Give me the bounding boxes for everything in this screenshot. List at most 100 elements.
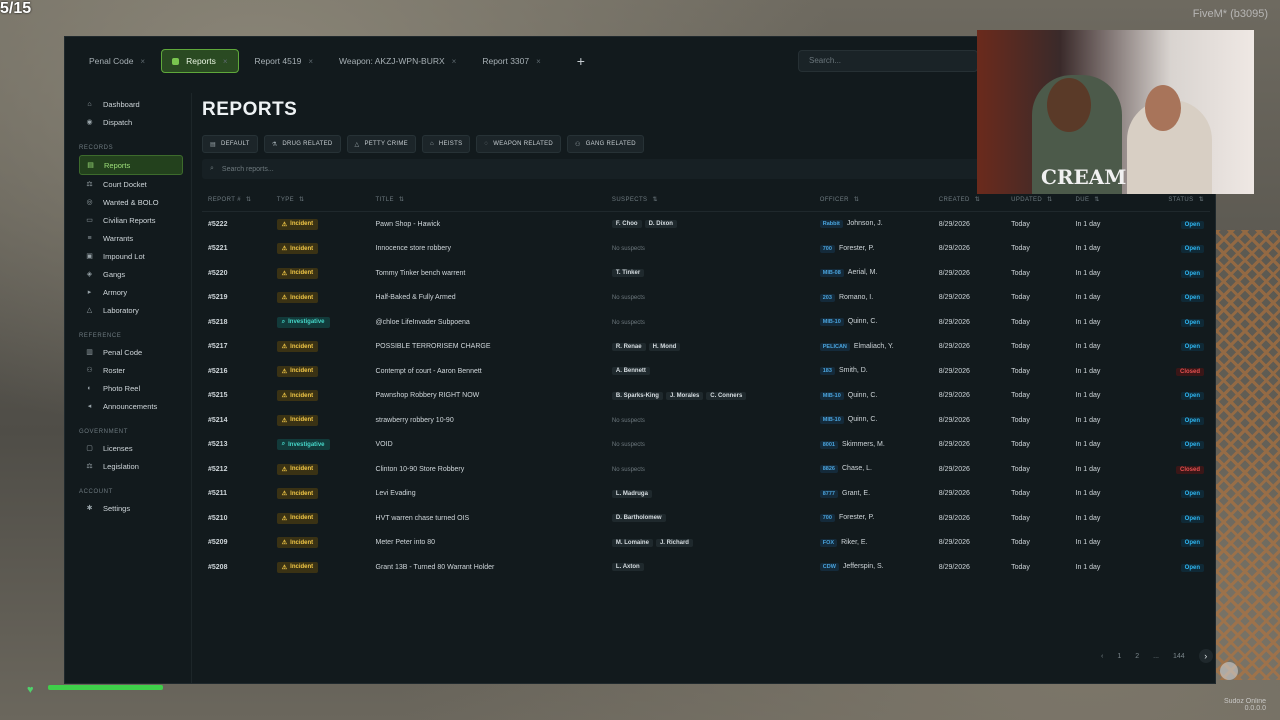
sidebar-item-civilian-reports[interactable]: ▭ Civilian Reports xyxy=(79,211,183,229)
sort-icon[interactable]: ⇅ xyxy=(652,197,657,203)
close-icon[interactable]: × xyxy=(140,57,145,66)
table-row[interactable]: #5215 ⚠ Incident Pawnshop Robbery RIGHT NOW… xyxy=(202,384,1210,409)
suspect-tag[interactable]: T. Tinker xyxy=(611,269,645,278)
sidebar-item-reports[interactable]: ▤ Reports xyxy=(79,155,183,175)
filter-chip-heists[interactable]: ⌂ HEISTS xyxy=(421,135,471,153)
suspect-tag[interactable]: D. Dixon xyxy=(644,220,677,229)
close-icon[interactable]: × xyxy=(452,57,457,66)
suspect-tag[interactable]: H. Mond xyxy=(648,342,681,351)
type-cell: ⚠ Incident xyxy=(271,384,370,409)
officer-callsign: 8826 xyxy=(819,465,838,474)
filter-chip-default[interactable]: ▤ DEFAULT xyxy=(202,135,258,153)
sort-icon[interactable]: ⇅ xyxy=(1094,197,1099,203)
table-row[interactable]: #5217 ⚠ Incident POSSIBLE TERRORISEM CHARGE… xyxy=(202,335,1210,360)
filter-chip-petty-crime[interactable]: △ PETTY CRIME xyxy=(346,135,416,153)
suspects-cell: No suspects xyxy=(606,408,814,433)
suspect-tag[interactable]: J. Morales xyxy=(665,391,704,400)
table-row[interactable]: #5218 ⌕ Investigative @chloe LifeInvader Su… xyxy=(202,310,1210,335)
page-link[interactable]: 1 xyxy=(1117,653,1121,660)
suspect-tag[interactable]: L. Madruga xyxy=(611,489,652,498)
filter-chip-gang-related[interactable]: ⚇ GANG RELATED xyxy=(567,135,644,153)
add-tab-icon[interactable]: + xyxy=(577,53,585,69)
suspect-tag[interactable]: F. Choo xyxy=(611,220,642,229)
reports-search-input[interactable]: ⌕ Search reports... xyxy=(202,159,982,179)
sidebar-item-dispatch[interactable]: ◉ Dispatch xyxy=(79,113,183,131)
table-row[interactable]: #5221 ⚠ Incident Innocence store robbery No … xyxy=(202,237,1210,262)
sidebar-item-licenses[interactable]: ▢ Licenses xyxy=(79,439,183,457)
top-search-input[interactable]: Search... xyxy=(798,50,978,72)
type-label: Incident xyxy=(290,343,314,350)
sidebar-item-announcements[interactable]: ◂ Announcements xyxy=(79,397,183,415)
sidebar-item-court-docket[interactable]: ⚖ Court Docket xyxy=(79,175,183,193)
sidebar-item-armory[interactable]: ▸ Armory xyxy=(79,283,183,301)
type-label: Incident xyxy=(290,245,314,252)
filter-chip-drug-related[interactable]: ⚗ DRUG RELATED xyxy=(263,135,341,153)
sidebar-item-impound-lot[interactable]: ▣ Impound Lot xyxy=(79,247,183,265)
page-link[interactable]: ... xyxy=(1153,653,1159,660)
type-cell: ⚠ Incident xyxy=(271,506,370,531)
close-icon[interactable]: × xyxy=(536,57,541,66)
table-row[interactable]: #5213 ⌕ Investigative VOID No suspects 8001 Sk… xyxy=(202,433,1210,458)
sidebar-item-legislation[interactable]: ⚖ Legislation xyxy=(79,457,183,475)
officer-cell: 700 Forester, P. xyxy=(814,237,933,262)
sort-icon[interactable]: ⇅ xyxy=(399,197,404,203)
chevron-left-icon[interactable]: ‹ xyxy=(1101,653,1103,660)
status-cell: Open xyxy=(1143,335,1210,360)
column-label: TITLE xyxy=(375,196,394,203)
table-row[interactable]: #5222 ⚠ Incident Pawn Shop - Hawick F. Choo D… xyxy=(202,212,1210,237)
sidebar-item-dashboard[interactable]: ⌂ Dashboard xyxy=(79,95,183,113)
sidebar-item-settings[interactable]: ✱ Settings xyxy=(79,499,183,517)
sort-icon[interactable]: ⇅ xyxy=(854,197,859,203)
table-row[interactable]: #5211 ⚠ Incident Levi Evading L. Madruga 8777… xyxy=(202,482,1210,507)
sort-icon[interactable]: ⇅ xyxy=(1047,197,1052,203)
suspect-tag[interactable]: C. Conners xyxy=(706,391,747,400)
tab-3[interactable]: Weapon: AKZJ-WPN-BURX × xyxy=(329,50,466,72)
filter-label: DRUG RELATED xyxy=(282,141,333,147)
table-row[interactable]: #5214 ⚠ Incident strawberry robbery 10-90 No… xyxy=(202,408,1210,433)
filter-chip-weapon-related[interactable]: ◌ WEAPON RELATED xyxy=(476,135,562,153)
chevron-right-icon[interactable]: › xyxy=(1198,649,1213,663)
tab-2[interactable]: Report 4519 × xyxy=(245,50,323,72)
table-row[interactable]: #5210 ⚠ Incident HVT warren chase turned OI… xyxy=(202,506,1210,531)
table-row[interactable]: #5208 ⚠ Incident Grant 13B - Turned 80 Warr… xyxy=(202,555,1210,580)
report-title: Tommy Tinker bench warrent xyxy=(375,269,466,277)
column-header-title[interactable]: TITLE ⇅ xyxy=(369,187,606,212)
table-row[interactable]: #5220 ⚠ Incident Tommy Tinker bench warrent… xyxy=(202,261,1210,286)
tab-1[interactable]: Reports × xyxy=(161,49,239,73)
close-icon[interactable]: × xyxy=(223,57,228,66)
warning-icon: ⚠ xyxy=(281,417,288,424)
page-link[interactable]: 2 xyxy=(1135,653,1139,660)
sort-icon[interactable]: ⇅ xyxy=(1199,197,1204,203)
suspect-tag[interactable]: B. Sparks-King xyxy=(611,391,663,400)
suspect-tag[interactable]: L. Axton xyxy=(611,563,644,572)
column-header-officer[interactable]: OFFICER ⇅ xyxy=(813,187,933,212)
column-header-report-[interactable]: REPORT # ⇅ xyxy=(202,187,271,212)
suspect-tag[interactable]: D. Bartholomew xyxy=(611,514,666,523)
sort-icon[interactable]: ⇅ xyxy=(975,197,980,203)
column-header-type[interactable]: TYPE ⇅ xyxy=(270,187,370,212)
tab-0[interactable]: Penal Code × xyxy=(79,50,155,72)
suspect-tag[interactable]: R. Renae xyxy=(611,342,646,351)
sidebar-item-roster[interactable]: ⚇ Roster xyxy=(79,361,183,379)
table-row[interactable]: #5209 ⚠ Incident Meter Peter into 80 M. Loma… xyxy=(202,531,1210,556)
sidebar-item-gangs[interactable]: ◈ Gangs xyxy=(79,265,183,283)
sidebar-item-wanted-bolo[interactable]: ◎ Wanted & BOLO xyxy=(79,193,183,211)
sidebar-item-photo-reel[interactable]: ◐ Photo Reel xyxy=(79,379,183,397)
close-icon[interactable]: × xyxy=(308,57,313,66)
no-suspects: No suspects xyxy=(611,319,645,326)
page-link[interactable]: 144 xyxy=(1173,653,1185,660)
suspect-tag[interactable]: A. Bennett xyxy=(611,367,650,376)
suspect-tag[interactable]: M. Lomaine xyxy=(611,538,653,547)
sort-icon[interactable]: ⇅ xyxy=(246,197,251,203)
sidebar-item-warrants[interactable]: ≡ Warrants xyxy=(79,229,183,247)
sidebar-item-laboratory[interactable]: △ Laboratory xyxy=(79,301,183,319)
table-row[interactable]: #5216 ⚠ Incident Contempt of court - Aaron … xyxy=(202,359,1210,384)
suspects-cell: No suspects xyxy=(606,237,814,262)
table-row[interactable]: #5219 ⚠ Incident Half-Baked & Fully Armed No… xyxy=(202,286,1210,311)
tab-4[interactable]: Report 3307 × xyxy=(472,50,550,72)
sidebar-item-penal-code[interactable]: ▥ Penal Code xyxy=(79,343,183,361)
sort-icon[interactable]: ⇅ xyxy=(299,197,304,203)
column-header-suspects[interactable]: SUSPECTS ⇅ xyxy=(605,187,814,212)
table-row[interactable]: #5212 ⚠ Incident Clinton 10-90 Store Robber… xyxy=(202,457,1210,482)
suspect-tag[interactable]: J. Richard xyxy=(655,538,693,547)
